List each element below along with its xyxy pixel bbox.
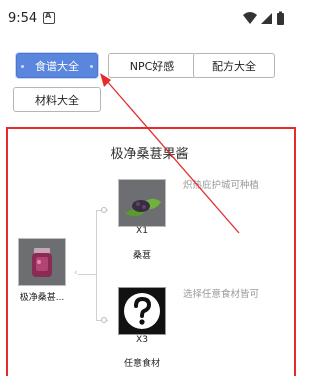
result-item-image[interactable]	[18, 238, 66, 286]
ingredient-quantity: X1	[136, 226, 148, 236]
status-time: 9:54	[8, 11, 38, 26]
tab-label: 食谱大全	[35, 59, 79, 73]
signal-icon	[261, 13, 272, 24]
ingredient-name: 桑葚	[132, 251, 151, 261]
notification-icon	[43, 11, 55, 24]
ingredient-image-any[interactable]	[118, 287, 166, 335]
tab-left-dot	[21, 65, 24, 68]
result-item-name: 极净桑甚...	[19, 293, 65, 303]
ingredient-image-mulberry[interactable]	[118, 179, 166, 227]
tab-label: 配方大全	[212, 59, 256, 73]
wifi-icon	[243, 12, 257, 24]
ingredient-quantity: X3	[136, 335, 148, 345]
status-bar: 9:54	[0, 0, 299, 36]
ingredient-note: 选择任意食材皆可	[183, 289, 260, 300]
tab-right-dot	[90, 65, 93, 68]
battery-icon	[277, 11, 284, 25]
tab-label: NPC好感	[129, 59, 175, 73]
arrow-left-icon: ‹	[74, 268, 78, 278]
connector-node	[101, 317, 107, 323]
connector-result	[78, 274, 96, 275]
tab-recipes[interactable]: 食谱大全	[16, 53, 98, 78]
ingredient-note: 炽热庇护城可种植	[183, 180, 260, 191]
tab-materials[interactable]: 材料大全	[13, 87, 101, 112]
recipe-title: 极净桑葚果酱	[110, 147, 189, 162]
connector-vertical	[96, 210, 97, 320]
mulberry-icon	[119, 180, 165, 226]
system-status-icons	[243, 11, 284, 25]
question-mark-icon	[119, 288, 165, 334]
jam-jar-icon	[19, 239, 65, 285]
tab-formulas[interactable]: 配方大全	[193, 53, 275, 78]
connector-node	[101, 207, 107, 213]
tab-label: 材料大全	[35, 93, 79, 107]
ingredient-name: 任意食材	[123, 359, 160, 369]
tab-npc-affinity[interactable]: NPC好感	[108, 53, 196, 78]
